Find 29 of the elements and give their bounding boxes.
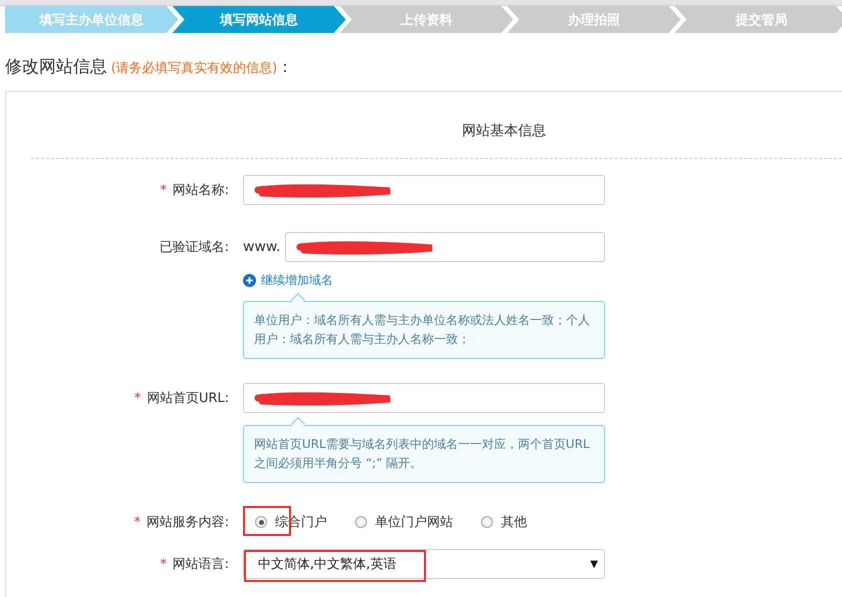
required-mark: * (134, 514, 141, 530)
add-domain-link[interactable]: 继续增加域名 (243, 272, 333, 289)
plus-icon (243, 274, 256, 287)
page-hint: (请务必填写真实有效的信息) (111, 60, 278, 77)
required-mark: * (160, 556, 167, 572)
field-label: 网站首页URL: (146, 390, 229, 407)
page-title: 修改网站信息 (5, 56, 107, 78)
tip-box: 单位用户：域名所有人需与主办单位名称或法人姓名一致；个人用户：域名所有人需与主办人名称一致； (243, 301, 605, 359)
section-title: 网站基本信息 (461, 122, 547, 140)
text-field[interactable] (243, 383, 605, 413)
radio-option[interactable]: 其他 (469, 509, 529, 535)
domain-prefix: www. (243, 239, 281, 255)
tip-box: 网站首页URL需要与域名列表中的域名一一对应，两个首页URL之间必须用半角分号 “;” 隔开。 (243, 425, 605, 483)
field-label: 网站服务内容: (146, 514, 229, 531)
field-label: 网站语言: (172, 556, 229, 573)
title-colon: ： (277, 57, 294, 78)
caret-icon: ▼ (590, 558, 598, 570)
required-mark: * (134, 390, 141, 406)
field-label: 网站名称: (172, 182, 229, 199)
step-tab[interactable]: 填写网站信息 (172, 6, 346, 33)
required-mark: * (160, 182, 167, 198)
domain-field[interactable] (284, 232, 605, 262)
radio-button[interactable] (481, 516, 493, 528)
language-select[interactable]: 中文简体,中文繁体,英语 ▼ (243, 549, 605, 579)
text-field[interactable] (243, 175, 605, 205)
radio-button[interactable] (355, 516, 367, 528)
radio-button[interactable] (255, 516, 267, 528)
radio-option[interactable]: 单位门户网站 (343, 509, 455, 535)
field-label: 已验证域名: (160, 239, 229, 256)
